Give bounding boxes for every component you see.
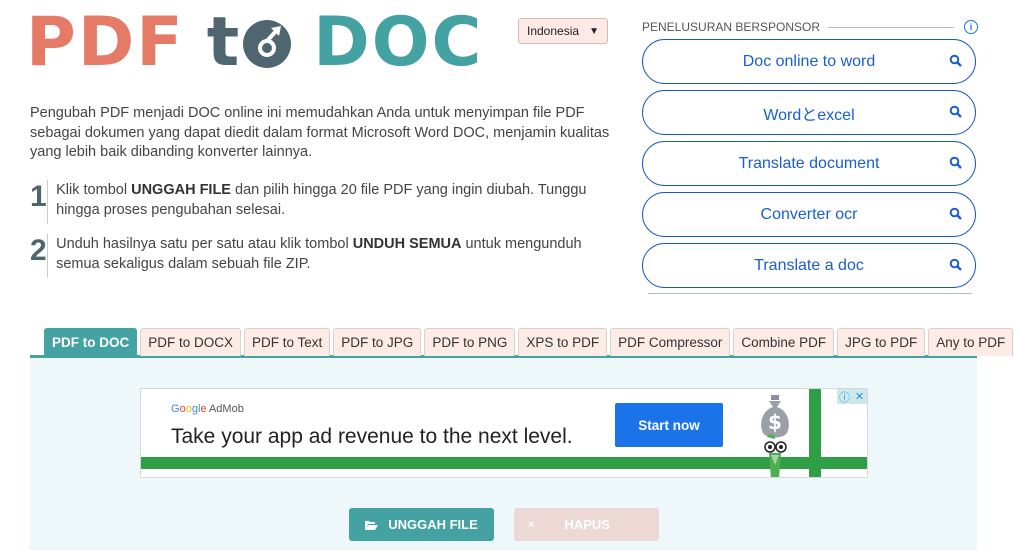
step-number: 2 (30, 234, 47, 267)
info-icon[interactable]: i (964, 20, 978, 34)
tab-xps-to-pdf[interactable]: XPS to PDF (518, 328, 608, 356)
step-text-pre: Klik tombol (56, 182, 132, 198)
tab-pdf-to-text[interactable]: PDF to Text (244, 328, 331, 356)
language-select-value: Indonesia (527, 24, 580, 38)
logo-pdf-text: PDF (26, 3, 185, 82)
sponsored-search: PENELUSURAN BERSPONSOR i Doc online to w… (642, 18, 978, 294)
chevron-down-icon: ▼ (589, 25, 599, 37)
step-divider (46, 180, 49, 224)
step-text-pre: Unduh hasilnya satu per satu atau klik t… (56, 236, 353, 252)
upload-file-label: UNGGAH FILE (388, 517, 478, 532)
step-text-bold: UNGGAH FILE (131, 182, 231, 198)
sponsored-link[interactable]: Translate document (642, 141, 976, 186)
divider (648, 293, 972, 294)
intro-text: Pengubah PDF menjadi DOC online ini memu… (30, 105, 610, 160)
logo-to: t (207, 8, 292, 78)
delete-button[interactable]: × HAPUS (514, 508, 659, 541)
sponsored-link-label: Translate a doc (754, 256, 864, 274)
ad-brand: Google AdMob (171, 403, 244, 415)
brand-product: AdMob (208, 403, 244, 415)
svg-text:$: $ (768, 410, 782, 434)
brand-letter: e (200, 403, 207, 415)
tab-pdf-compressor[interactable]: PDF Compressor (610, 328, 731, 356)
sponsored-link-label: Translate document (738, 154, 880, 172)
tab-jpg-to-pdf[interactable]: JPG to PDF (837, 328, 926, 356)
tab-pdf-to-doc[interactable]: PDF to DOC (44, 328, 138, 356)
sponsored-header: PENELUSURAN BERSPONSOR i (642, 18, 978, 36)
step-divider (46, 234, 49, 278)
step-2: 2 Unduh hasilnya satu per satu atau klik… (30, 234, 610, 278)
ad-headline: Take your app ad revenue to the next lev… (171, 425, 573, 448)
sponsored-link-label: Wordとexcel (763, 106, 855, 124)
sponsored-heading: PENELUSURAN BERSPONSOR (642, 20, 821, 34)
brand-letter: G (171, 403, 180, 415)
ad-info-icon[interactable]: ⓘ (837, 389, 852, 404)
tab-any-to-pdf[interactable]: Any to PDF (928, 328, 1014, 356)
tab-pdf-to-docx[interactable]: PDF to DOCX (140, 328, 242, 356)
tab-pdf-to-jpg[interactable]: PDF to JPG (333, 328, 422, 356)
sponsored-link[interactable]: Doc online to word (642, 39, 976, 84)
ad-decoration (809, 389, 821, 477)
upload-file-button[interactable]: UNGGAH FILE (349, 508, 494, 541)
language-select[interactable]: Indonesia ▼ (518, 18, 608, 44)
step-text: Unduh hasilnya satu per satu atau klik t… (56, 234, 610, 278)
step-1: 1 Klik tombol UNGGAH FILE dan pilih hing… (30, 180, 610, 224)
site-logo[interactable]: PDF t DOC (26, 8, 483, 78)
ad-close-icon[interactable]: ✕ (852, 389, 867, 404)
sponsored-link[interactable]: Converter ocr (642, 192, 976, 237)
convert-arrow-icon (243, 20, 292, 68)
folder-open-icon (365, 520, 379, 530)
ad-banner[interactable]: Google AdMob Take your app ad revenue to… (140, 388, 868, 478)
logo-t-text: t (206, 3, 242, 82)
close-icon: × (528, 518, 535, 531)
tool-tabs: PDF to DOC PDF to DOCX PDF to Text PDF t… (44, 328, 1014, 356)
sponsored-link-label: Converter ocr (760, 205, 858, 223)
sponsored-link[interactable]: Translate a doc (642, 243, 976, 288)
sponsored-link[interactable]: Wordとexcel (642, 90, 976, 135)
search-icon (949, 207, 962, 220)
step-number: 1 (30, 180, 47, 213)
tab-pdf-to-png[interactable]: PDF to PNG (424, 328, 516, 356)
tab-combine-pdf[interactable]: Combine PDF (733, 328, 835, 356)
step-text: Klik tombol UNGGAH FILE dan pilih hingga… (56, 180, 610, 224)
divider (828, 26, 954, 28)
search-icon (949, 105, 962, 118)
step-text-bold: UNDUH SEMUA (352, 236, 462, 252)
money-bag-icon: $ (761, 395, 789, 477)
delete-label: HAPUS (564, 517, 610, 532)
search-icon (949, 258, 962, 271)
logo-doc-text: DOC (313, 3, 484, 82)
sponsored-link-label: Doc online to word (742, 52, 876, 70)
search-icon (949, 54, 962, 67)
ad-start-now-button[interactable]: Start now (615, 403, 723, 447)
search-icon (949, 156, 962, 169)
ad-controls: ⓘ ✕ (837, 389, 867, 404)
